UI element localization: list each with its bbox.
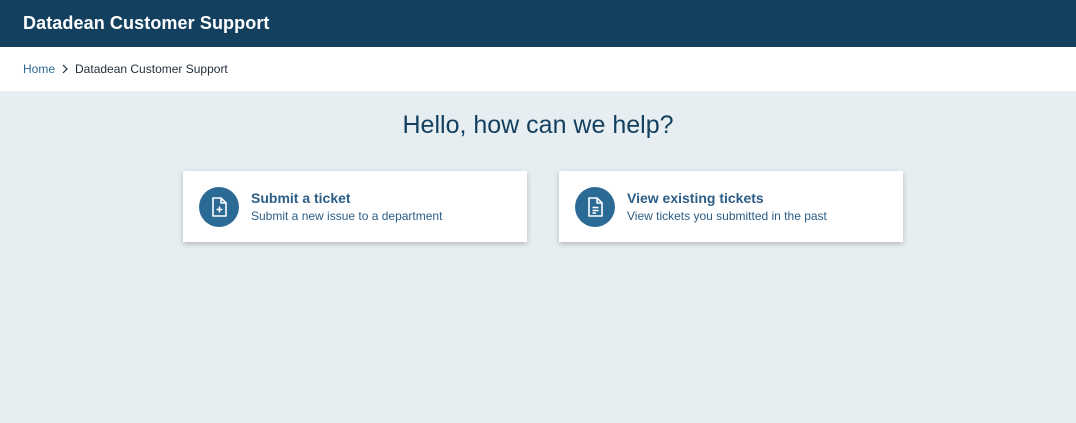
- breadcrumb-current: Datadean Customer Support: [75, 62, 228, 76]
- view-tickets-title: View existing tickets: [627, 190, 764, 206]
- chevron-right-icon: [61, 64, 69, 74]
- submit-ticket-title: Submit a ticket: [251, 190, 351, 206]
- site-title[interactable]: Datadean Customer Support: [23, 13, 270, 34]
- top-header: Datadean Customer Support: [0, 0, 1076, 47]
- main-content: Hello, how can we help? Submit a ticket …: [0, 91, 1076, 423]
- file-text-icon: [575, 186, 615, 227]
- file-plus-icon: [199, 186, 239, 227]
- view-tickets-card[interactable]: View existing tickets View tickets you s…: [559, 171, 903, 242]
- submit-ticket-subtitle: Submit a new issue to a department: [251, 209, 443, 223]
- breadcrumb: Home Datadean Customer Support: [0, 47, 1076, 91]
- action-cards: Submit a ticket Submit a new issue to a …: [183, 171, 903, 242]
- page-headline: Hello, how can we help?: [402, 111, 674, 139]
- view-tickets-subtitle: View tickets you submitted in the past: [627, 209, 827, 223]
- submit-ticket-card[interactable]: Submit a ticket Submit a new issue to a …: [183, 171, 527, 242]
- breadcrumb-home-link[interactable]: Home: [23, 62, 55, 76]
